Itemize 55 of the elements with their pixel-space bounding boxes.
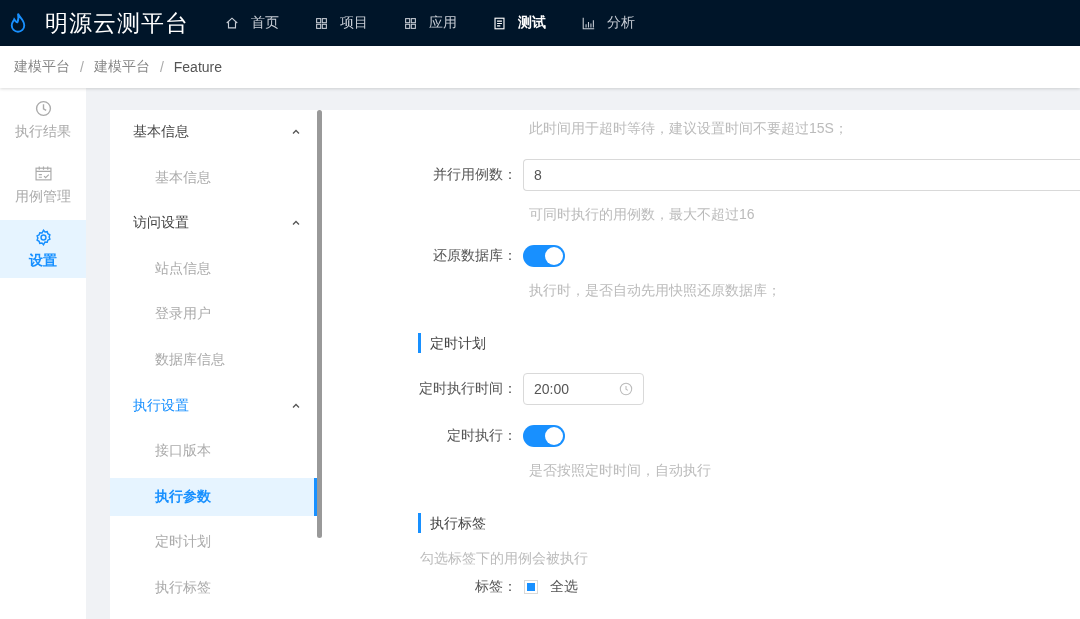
help-text: 勾选标签下的用例会被执行	[420, 550, 588, 568]
grid-icon	[404, 16, 417, 30]
section-heading: 定时计划	[418, 333, 486, 353]
help-text: 是否按照定时时间，自动执行	[529, 462, 711, 480]
menu-item[interactable]: 登录用户	[110, 295, 317, 334]
field-label: 定时执行时间：	[418, 380, 518, 398]
home-icon	[225, 16, 239, 30]
sidebar-item[interactable]: 设置	[0, 220, 86, 278]
clock-icon	[619, 382, 633, 396]
toggle-switch[interactable]	[523, 425, 565, 447]
clock-icon	[34, 100, 52, 117]
menu-item[interactable]: 执行标签	[110, 568, 317, 607]
field-label: 还原数据库：	[432, 247, 518, 265]
menu-item[interactable]: 执行参数	[110, 477, 317, 516]
menu-item[interactable]: 站点信息	[110, 249, 317, 288]
sidebar-item[interactable]: 执行结果	[0, 88, 86, 153]
document-icon	[493, 16, 506, 30]
checkbox-label[interactable]: 全选	[550, 578, 578, 596]
help-text: 执行时，是否自动先用快照还原数据库；	[529, 282, 781, 300]
menu-group[interactable]: 执行设置	[110, 386, 317, 425]
breadcrumb-link[interactable]: 建模平台	[14, 58, 70, 76]
time-picker[interactable]: 20:00	[523, 373, 644, 405]
sidebar-item[interactable]: 用例管理	[0, 153, 86, 218]
bar-chart-icon	[582, 16, 595, 30]
menu-group[interactable]: 基本信息	[110, 113, 317, 151]
nav-tab[interactable]: 首页	[207, 0, 297, 46]
gear-icon	[34, 228, 52, 246]
calendar-icon	[34, 165, 52, 182]
field-label: 定时执行：	[446, 427, 518, 445]
breadcrumb-current: Feature	[173, 59, 223, 75]
chevron-icon	[291, 127, 301, 137]
nav-tab[interactable]: 项目	[297, 0, 386, 46]
help-text: 此时间用于超时等待，建议设置时间不要超过15S；	[529, 120, 848, 138]
grid-icon	[315, 16, 328, 30]
flame-icon	[8, 12, 28, 34]
breadcrumb-separator: /	[159, 59, 164, 75]
menu-item[interactable]: 基本信息	[110, 158, 317, 197]
toggle-switch[interactable]	[523, 245, 565, 267]
nav-tab[interactable]: 测试	[475, 0, 564, 46]
nav-tab[interactable]: 分析	[564, 0, 653, 46]
app-title: 明源云测平台	[45, 8, 189, 38]
help-text: 可同时执行的用例数，最大不超过16	[529, 206, 755, 224]
section-heading: 执行标签	[418, 513, 486, 533]
breadcrumb-link[interactable]: 建模平台	[93, 58, 150, 76]
field-label: 并行用例数：	[432, 166, 518, 184]
menu-group[interactable]: 访问设置	[110, 204, 317, 243]
menu-item[interactable]: 定时计划	[110, 523, 317, 562]
menu-item[interactable]: 接口版本	[110, 432, 317, 471]
breadcrumb-separator: /	[80, 59, 84, 75]
checkbox[interactable]	[524, 580, 538, 594]
scrollbar-thumb[interactable]	[317, 110, 322, 538]
nav-tab[interactable]: 应用	[386, 0, 475, 46]
menu-item[interactable]: 数据库信息	[110, 340, 317, 379]
field-label: 标签：	[474, 578, 518, 596]
input-field[interactable]: 8	[523, 159, 1080, 191]
